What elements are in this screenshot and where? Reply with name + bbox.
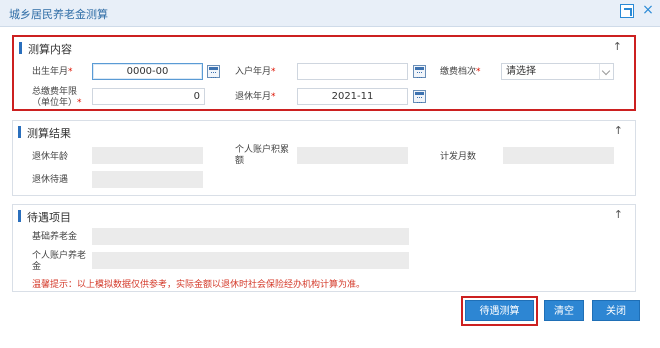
account-label: 个人账户积累额 bbox=[235, 145, 290, 166]
retire-calendar-icon[interactable] bbox=[413, 90, 426, 103]
panel-accent-bar bbox=[18, 210, 21, 222]
panel-title: 测算结果 bbox=[27, 127, 71, 140]
grade-select[interactable]: 请选择 bbox=[501, 63, 614, 80]
retire-label: 退休年月* bbox=[235, 92, 276, 102]
notice-text: 温馨提示：以上模拟数据仅供参考，实际金额以退休时社会保险经办机构计算为准。 bbox=[32, 280, 366, 290]
grade-label: 缴费档次* bbox=[440, 67, 481, 77]
panel-title: 测算内容 bbox=[28, 43, 72, 56]
benefit-field bbox=[92, 171, 203, 188]
panel-accent-bar bbox=[18, 126, 21, 138]
dialog-title: 城乡居民养老金测算 bbox=[9, 8, 108, 21]
personal-pension-label: 个人账户养老金 bbox=[32, 251, 87, 272]
account-field bbox=[297, 147, 408, 164]
panel-title: 待遇项目 bbox=[27, 211, 71, 224]
basic-pension-label: 基础养老金 bbox=[32, 232, 78, 242]
retire-input[interactable]: 2021-11 bbox=[297, 88, 408, 105]
retire-age-field bbox=[92, 147, 203, 164]
entry-input[interactable] bbox=[297, 63, 408, 80]
calc-button[interactable]: 待遇测算 bbox=[465, 300, 534, 321]
months-field bbox=[503, 147, 614, 164]
panel-header: 测算内容 ↑ bbox=[14, 37, 634, 57]
collapse-icon[interactable]: ↑ bbox=[613, 40, 622, 53]
personal-pension-field bbox=[92, 252, 409, 269]
birth-calendar-icon[interactable] bbox=[207, 65, 220, 78]
collapse-icon[interactable]: ↑ bbox=[614, 208, 623, 221]
panel-header: 待遇项目 ↑ bbox=[13, 205, 635, 225]
external-window-icon[interactable] bbox=[620, 4, 634, 18]
panel-accent-bar bbox=[19, 42, 22, 54]
entry-label: 入户年月* bbox=[235, 67, 276, 77]
close-icon[interactable]: × bbox=[641, 3, 655, 18]
entry-calendar-icon[interactable] bbox=[413, 65, 426, 78]
retire-age-label: 退休年龄 bbox=[32, 152, 69, 162]
birth-input[interactable]: 0000-00 bbox=[92, 63, 203, 80]
grade-select-value: 请选择 bbox=[506, 66, 536, 77]
panel-header: 测算结果 ↑ bbox=[13, 121, 635, 141]
benefit-label: 退休待遇 bbox=[32, 175, 69, 185]
years-input[interactable]: 0 bbox=[92, 88, 205, 105]
close-button[interactable]: 关闭 bbox=[592, 300, 640, 321]
dialog-titlebar: 城乡居民养老金测算 × bbox=[0, 0, 660, 27]
months-label: 计发月数 bbox=[440, 152, 477, 162]
clear-button[interactable]: 清空 bbox=[544, 300, 584, 321]
basic-pension-field bbox=[92, 228, 409, 245]
collapse-icon[interactable]: ↑ bbox=[614, 124, 623, 137]
years-label: 总缴费年限 （单位年）* bbox=[32, 87, 82, 108]
chevron-down-icon[interactable] bbox=[599, 64, 613, 79]
birth-label: 出生年月* bbox=[32, 67, 73, 77]
